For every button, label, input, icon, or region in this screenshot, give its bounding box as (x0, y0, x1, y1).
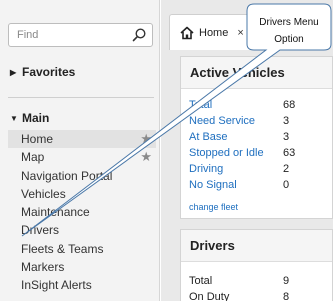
caret-right-icon: ▶ (10, 67, 17, 77)
callout-line-1: Drivers Menu (259, 17, 319, 28)
driver-stat-value: 9 (283, 275, 290, 287)
active-vehicles-title: Active Vehicles (181, 57, 332, 89)
callout-line-2: Option (274, 34, 304, 45)
favorites-section-header[interactable]: ▶ Favorites (10, 65, 75, 79)
active-vehicles-card: Active Vehicles Total 68 Need Service 3 At B… (180, 56, 333, 219)
vehicle-stat-label[interactable]: Need Service (189, 113, 283, 129)
star-icon[interactable]: ★ (140, 148, 152, 166)
callout-label: Drivers Menu Option (248, 14, 330, 48)
main-nav-list: Home ★ Map ★ Navigation Portal Vehicles Mainte… (8, 130, 156, 295)
close-icon[interactable]: × (237, 27, 243, 39)
vehicle-stat-row: Driving 2 (189, 161, 332, 177)
sidebar: ▶ Favorites ▼ Main Home ★ Map ★ Navigation P… (0, 0, 160, 301)
search-box (8, 23, 153, 47)
vehicle-stat-value: 3 (283, 131, 290, 143)
vehicle-stat-row: Need Service 3 (189, 113, 332, 129)
change-fleet-link[interactable]: change fleet (189, 202, 238, 212)
favorites-label: Favorites (22, 65, 76, 79)
sidebar-item-label: Maintenance (21, 205, 90, 220)
sidebar-item-home[interactable]: Home ★ (8, 130, 156, 149)
driver-stat-label: Total (189, 275, 213, 287)
vehicle-stat-label[interactable]: No Signal (189, 177, 283, 193)
sidebar-item-insight-alerts[interactable]: InSight Alerts (8, 276, 156, 294)
sidebar-item-label: Home (21, 132, 54, 146)
vehicle-stat-value: 68 (283, 99, 296, 111)
tab-home[interactable]: Home × (169, 14, 251, 50)
sidebar-item-fleets-teams[interactable]: Fleets & Teams (8, 240, 156, 258)
sidebar-item-label: Vehicles (21, 186, 66, 201)
sidebar-item-vehicles[interactable]: Vehicles (8, 185, 156, 203)
search-icon[interactable] (131, 27, 147, 43)
vehicle-stat-row: Total 68 (189, 97, 332, 113)
main-section-header[interactable]: ▼ Main (10, 111, 49, 125)
sidebar-item-label: Map (21, 150, 45, 165)
tab-home-label: Home (199, 26, 229, 39)
sidebar-item-label: Markers (21, 260, 65, 275)
vehicle-stat-label[interactable]: Stopped or Idle (189, 145, 283, 161)
sidebar-item-maintenance[interactable]: Maintenance (8, 203, 156, 221)
main-label: Main (22, 111, 50, 125)
drivers-card: Drivers Total 9 On Duty 8 (180, 229, 333, 301)
home-icon (180, 26, 194, 39)
sidebar-item-label: Fleets & Teams (21, 241, 104, 256)
driver-stat-row: Total 9 (189, 273, 332, 289)
sidebar-item-map[interactable]: Map ★ (8, 148, 156, 166)
vehicle-stat-value: 63 (283, 147, 296, 159)
star-icon[interactable]: ★ (140, 130, 152, 148)
sidebar-item-label: InSight Alerts (21, 278, 92, 293)
vehicle-stat-row: At Base 3 (189, 129, 332, 145)
vehicle-stat-value: 3 (283, 115, 290, 127)
vehicle-stat-value: 2 (283, 163, 290, 175)
sidebar-item-label: Navigation Portal (21, 168, 113, 183)
vehicle-stat-row: No Signal 0 (189, 177, 332, 193)
driver-stat-label: On Duty (189, 291, 230, 301)
vehicle-stat-label[interactable]: Total (189, 97, 283, 113)
drivers-stats: Total 9 On Duty 8 (181, 262, 332, 301)
search-input[interactable] (9, 24, 127, 46)
vehicle-stat-row: Stopped or Idle 63 (189, 145, 332, 161)
caret-down-icon: ▼ (10, 113, 18, 123)
driver-stat-row: On Duty 8 (189, 289, 332, 301)
vehicle-stat-label[interactable]: At Base (189, 129, 283, 145)
drivers-title: Drivers (181, 230, 332, 262)
vehicle-stat-value: 0 (283, 179, 290, 191)
sidebar-item-drivers[interactable]: Drivers (8, 221, 156, 239)
vehicle-stat-label[interactable]: Driving (189, 161, 283, 177)
driver-stat-value: 8 (283, 291, 290, 301)
sidebar-item-markers[interactable]: Markers (8, 258, 156, 276)
active-vehicles-stats: Total 68 Need Service 3 At Base 3 Stopped or I… (181, 89, 332, 193)
divider (8, 97, 154, 98)
sidebar-item-label: Drivers (21, 223, 59, 238)
sidebar-item-navigation-portal[interactable]: Navigation Portal (8, 167, 156, 185)
